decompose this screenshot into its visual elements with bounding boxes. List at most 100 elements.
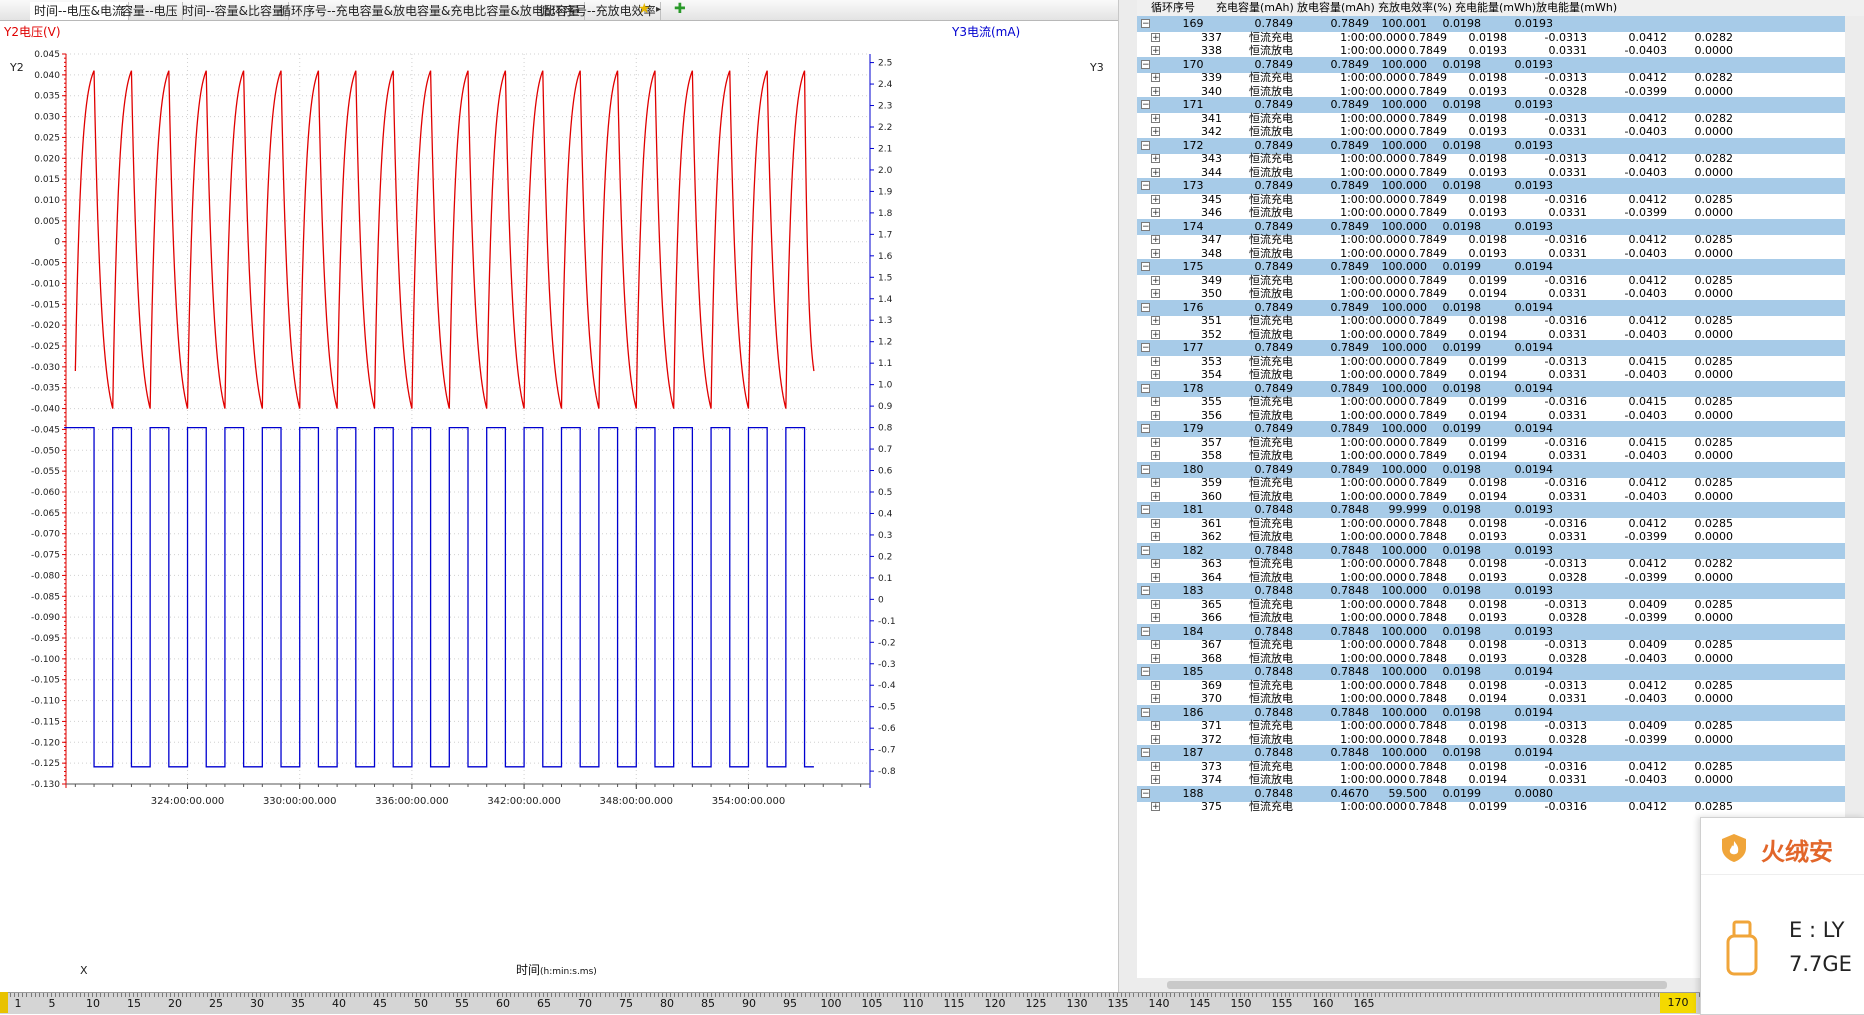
expand-icon[interactable]: +	[1151, 329, 1160, 339]
expand-icon[interactable]: +	[1151, 451, 1160, 461]
collapse-icon[interactable]: −	[1141, 424, 1150, 434]
collapse-icon[interactable]: −	[1141, 545, 1150, 555]
ruler-mark	[374, 993, 376, 997]
ruler-mark	[575, 993, 577, 997]
step-row[interactable]: +375 恒流充电 1:00:00.000 0.7848 0.0199 -0.0316 0.…	[1137, 799, 1864, 815]
header-efficiency[interactable]: 充放电效率(%)	[1378, 0, 1452, 16]
expand-icon[interactable]: +	[1151, 397, 1160, 407]
ruler-mark	[948, 993, 950, 997]
ruler-mark	[1067, 993, 1069, 997]
expand-icon[interactable]: +	[1151, 734, 1160, 744]
expand-icon[interactable]: +	[1151, 370, 1160, 380]
expand-icon[interactable]: +	[1151, 73, 1160, 83]
star-icon[interactable]: ★	[638, 1, 651, 17]
scroll-thumb[interactable]	[1167, 981, 1667, 989]
add-chart-icon[interactable]: ✚	[674, 1, 686, 17]
collapse-icon[interactable]: −	[1141, 667, 1150, 677]
expand-icon[interactable]: +	[1151, 154, 1160, 164]
expand-icon[interactable]: +	[1151, 248, 1160, 258]
collapse-icon[interactable]: −	[1141, 262, 1150, 272]
expand-icon[interactable]: +	[1151, 86, 1160, 96]
expand-icon[interactable]: +	[1151, 775, 1160, 785]
expand-icon[interactable]: +	[1151, 316, 1160, 326]
ruler-tick-label: 15	[127, 997, 141, 1010]
header-charge-energy[interactable]: 充电能量(mWh)	[1455, 0, 1536, 16]
collapse-icon[interactable]: −	[1141, 626, 1150, 636]
ruler-tick-label: 90	[742, 997, 756, 1010]
expand-icon[interactable]: +	[1151, 32, 1160, 42]
expand-icon[interactable]: +	[1151, 46, 1160, 56]
collapse-icon[interactable]: −	[1141, 59, 1150, 69]
ruler-mark	[813, 993, 815, 997]
collapse-icon[interactable]: −	[1141, 464, 1150, 474]
cycle-ruler[interactable]: 1 5 10 15 20 25 30 35 40 45 50 55 60 65 70 75 80 85 90 95 10…	[0, 992, 1864, 1014]
ruler-mark	[452, 993, 454, 997]
pane-splitter[interactable]	[1118, 0, 1138, 992]
expand-icon[interactable]: +	[1151, 572, 1160, 582]
expand-icon[interactable]: +	[1151, 613, 1160, 623]
collapse-icon[interactable]: −	[1141, 586, 1150, 596]
expand-icon[interactable]: +	[1151, 194, 1160, 204]
expand-icon[interactable]: +	[1151, 653, 1160, 663]
ruler-mark	[1092, 993, 1094, 997]
expand-icon[interactable]: +	[1151, 559, 1160, 569]
expand-icon[interactable]: +	[1151, 640, 1160, 650]
expand-icon[interactable]: +	[1151, 518, 1160, 528]
expand-icon[interactable]: +	[1151, 289, 1160, 299]
collapse-icon[interactable]: −	[1141, 302, 1150, 312]
ruler-mark	[940, 993, 942, 997]
expand-icon[interactable]: +	[1151, 680, 1160, 690]
expand-icon[interactable]: +	[1151, 437, 1160, 447]
expand-icon[interactable]: +	[1151, 275, 1160, 285]
ruler-tick-label: 20	[168, 997, 182, 1010]
ruler-mark	[264, 993, 266, 997]
expand-icon[interactable]: +	[1151, 802, 1160, 812]
usb-drive-notification[interactable]: 火绒安 E : LY 7.7GE	[1700, 817, 1864, 1015]
collapse-icon[interactable]: −	[1141, 505, 1150, 515]
expand-icon[interactable]: +	[1151, 532, 1160, 542]
header-charge-capacity[interactable]: 充电容量(mAh)	[1216, 0, 1294, 16]
expand-icon[interactable]: +	[1151, 599, 1160, 609]
ruler-mark	[584, 993, 585, 997]
collapse-icon[interactable]: −	[1141, 140, 1150, 150]
ruler-mark	[543, 993, 544, 997]
tab-time-voltage-current[interactable]: 时间--电压&电流	[30, 2, 130, 20]
header-discharge-capacity[interactable]: 放电容量(mAh)	[1297, 0, 1375, 16]
collapse-icon[interactable]: −	[1141, 748, 1150, 758]
ruler-mark	[108, 993, 110, 997]
ruler-mark	[1153, 993, 1155, 997]
expand-icon[interactable]: +	[1151, 127, 1160, 137]
expand-icon[interactable]: +	[1151, 235, 1160, 245]
tab-time-capacity[interactable]: 时间--容量&比容量	[178, 2, 290, 20]
arrow-right-icon[interactable]: ▸	[656, 4, 661, 15]
expand-icon[interactable]: +	[1151, 491, 1160, 501]
collapse-icon[interactable]: −	[1141, 221, 1150, 231]
ruler-mark	[801, 993, 803, 997]
expand-icon[interactable]: +	[1151, 208, 1160, 218]
expand-icon[interactable]: +	[1151, 761, 1160, 771]
collapse-icon[interactable]: −	[1141, 19, 1150, 29]
header-discharge-energy[interactable]: 放电能量(mWh)	[1536, 0, 1617, 16]
y-right-tick-label: 1.4	[878, 295, 893, 305]
expand-icon[interactable]: +	[1151, 478, 1160, 488]
expand-icon[interactable]: +	[1151, 356, 1160, 366]
ruler-mark	[707, 993, 708, 997]
expand-icon[interactable]: +	[1151, 167, 1160, 177]
collapse-icon[interactable]: −	[1141, 707, 1150, 717]
collapse-icon[interactable]: −	[1141, 100, 1150, 110]
collapse-icon[interactable]: −	[1141, 181, 1150, 191]
expand-icon[interactable]: +	[1151, 694, 1160, 704]
ruler-mark	[30, 993, 32, 997]
ruler-mark	[1551, 993, 1553, 997]
expand-icon[interactable]: +	[1151, 410, 1160, 420]
ruler-mark	[219, 993, 221, 997]
ruler-mark	[1186, 993, 1188, 997]
ruler-mark	[75, 993, 77, 997]
collapse-icon[interactable]: −	[1141, 788, 1150, 798]
expand-icon[interactable]: +	[1151, 113, 1160, 123]
collapse-icon[interactable]: −	[1141, 343, 1150, 353]
expand-icon[interactable]: +	[1151, 721, 1160, 731]
collapse-icon[interactable]: −	[1141, 383, 1150, 393]
tab-capacity-voltage[interactable]: 容量--电压	[117, 2, 183, 20]
header-cycle-no[interactable]: 循环序号	[1151, 0, 1195, 16]
